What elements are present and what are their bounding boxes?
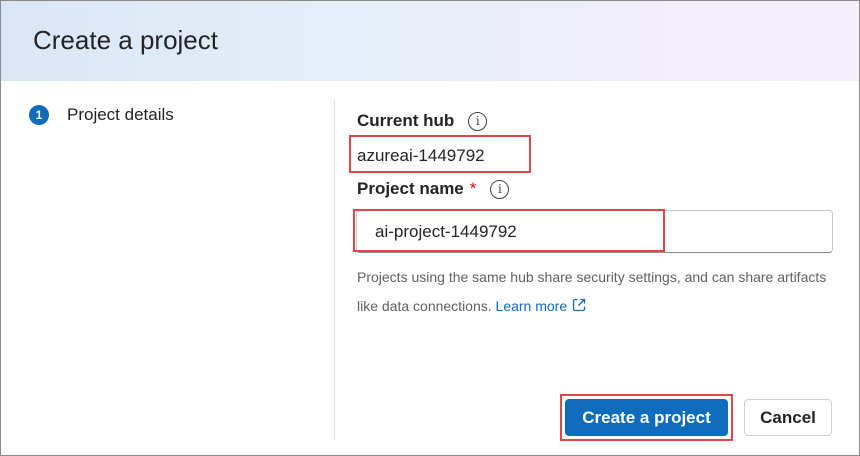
vertical-divider	[334, 100, 335, 440]
project-name-highlight-box	[353, 209, 665, 252]
cancel-button[interactable]: Cancel	[744, 399, 832, 436]
current-hub-label: Current hub i	[357, 111, 488, 131]
helper-text: Projects using the same hub share securi…	[357, 263, 827, 321]
project-name-label-text: Project name	[357, 179, 464, 198]
current-hub-highlight-box	[349, 135, 531, 173]
learn-more-link[interactable]: Learn more	[496, 298, 588, 314]
current-hub-label-text: Current hub	[357, 111, 455, 130]
current-hub-info-icon[interactable]: i	[468, 111, 488, 131]
dialog-header: Create a project	[1, 1, 859, 81]
dialog-title: Create a project	[33, 25, 218, 55]
create-project-button[interactable]: Create a project	[565, 399, 728, 436]
create-project-dialog: Create a project 1 Project details Curre…	[0, 0, 860, 456]
step-number-badge: 1	[29, 105, 49, 125]
project-name-label: Project name * i	[357, 179, 510, 199]
required-asterisk: *	[469, 179, 477, 198]
step-project-details[interactable]: 1 Project details	[29, 105, 174, 125]
external-link-icon	[572, 298, 586, 312]
helper-text-body: Projects using the same hub share securi…	[357, 269, 827, 314]
project-name-info-icon[interactable]: i	[490, 179, 510, 199]
step-label: Project details	[67, 105, 174, 124]
learn-more-label: Learn more	[495, 298, 568, 314]
